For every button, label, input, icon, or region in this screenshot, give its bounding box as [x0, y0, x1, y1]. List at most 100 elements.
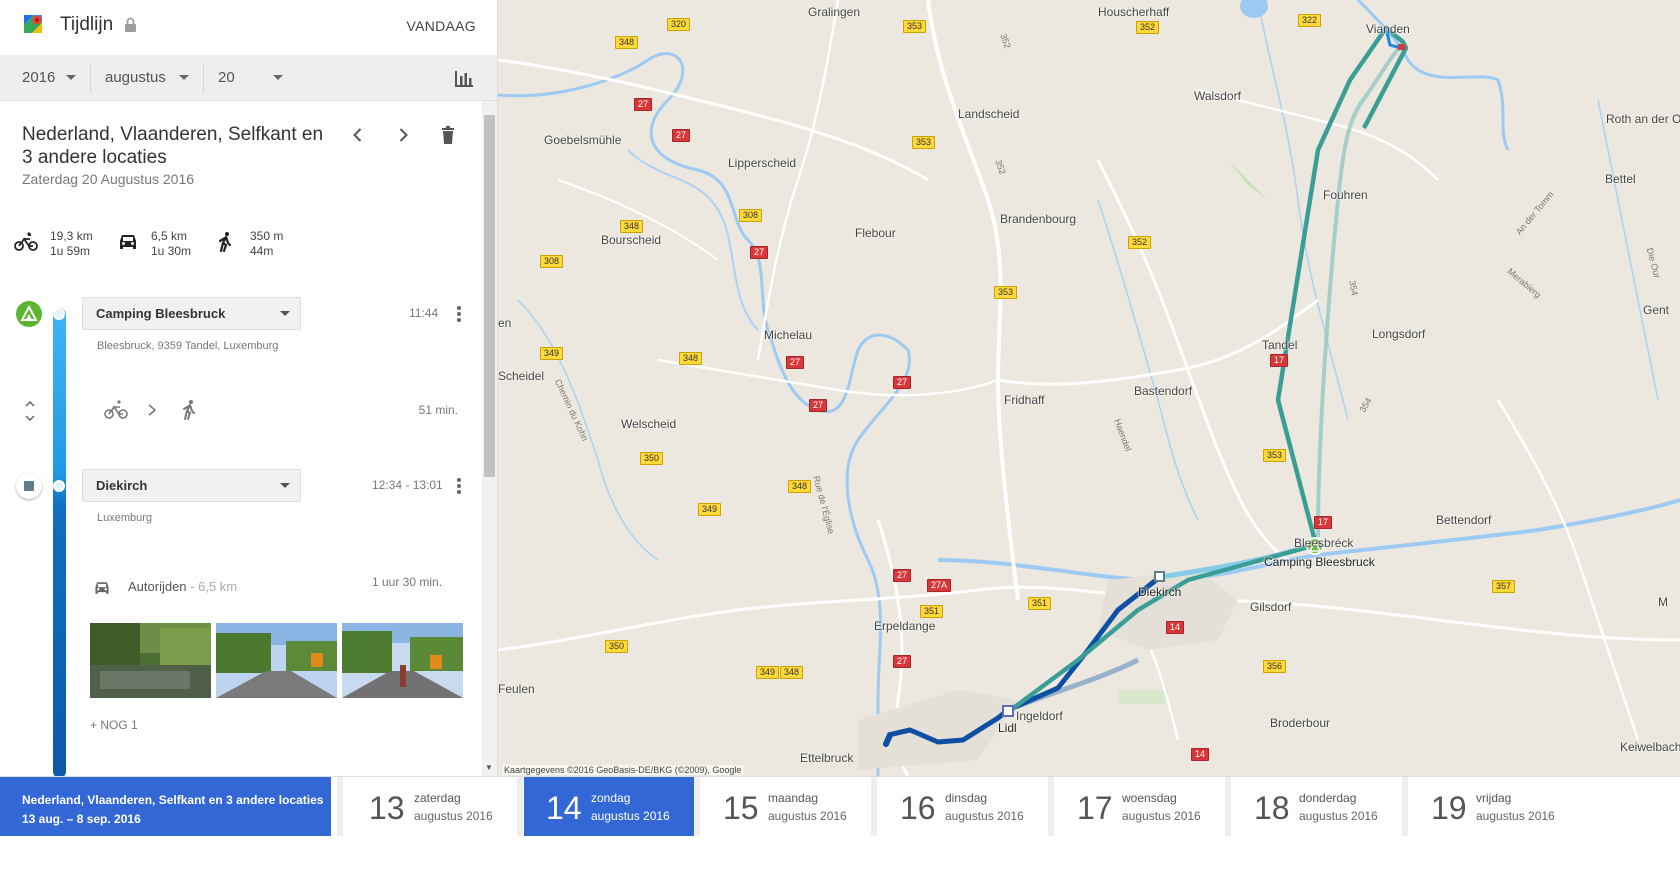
day-card[interactable]: 18 donderdag augustus 2016	[1232, 777, 1402, 836]
day-name: vrijdag	[1476, 791, 1512, 805]
day-number: 13	[369, 790, 405, 826]
map-label: Bettendorf	[1436, 513, 1492, 527]
road-shield: 356	[1263, 660, 1287, 673]
map-label: Goebelsmühle	[544, 133, 622, 147]
day-select[interactable]: 20	[218, 55, 288, 101]
photo-thumbnail[interactable]	[216, 623, 337, 698]
date-range-card[interactable]: Nederland, Vlaanderen, Selfkant en 3 and…	[0, 777, 331, 836]
bike-distance: 19,3 km	[50, 229, 93, 243]
place-name: Camping Bleesbruck	[96, 306, 226, 321]
map-label: en	[498, 316, 512, 330]
day-card[interactable]: 15 maandag augustus 2016	[701, 777, 871, 836]
activity-distance: 6,5 km	[198, 579, 238, 594]
timeline-dot	[53, 480, 65, 492]
road-shield: 352	[1136, 21, 1160, 34]
map-canvas[interactable]	[498, 0, 1680, 776]
previous-day-icon[interactable]	[348, 125, 368, 145]
road-shield: 349	[756, 666, 780, 679]
car-duration: 1u 30m	[151, 244, 192, 258]
move-duration: 51 min.	[418, 403, 458, 417]
road-shield: 308	[739, 209, 763, 222]
chevron-down-icon	[280, 311, 290, 316]
day-carousel: Nederland, Vlaanderen, Selfkant en 3 and…	[0, 776, 1680, 895]
day-card[interactable]: 19 vrijdag augustus 2016	[1409, 777, 1579, 836]
map-label: Erpeldange	[874, 619, 936, 633]
bike-duration: 1u 59m	[50, 244, 91, 258]
map-view[interactable]: Gralingen Houscherhaff Vianden Walsdorf …	[498, 0, 1680, 776]
map-label: Gilsdorf	[1250, 600, 1292, 614]
day-name: zondag	[591, 791, 631, 805]
place-address: Bleesbruck, 9359 Tandel, Luxemburg	[97, 340, 279, 352]
road-shield: 349	[698, 503, 722, 516]
road-shield: 350	[605, 640, 629, 653]
day-month: augustus 2016	[1299, 809, 1378, 823]
bar-chart-icon[interactable]	[454, 68, 474, 88]
divider	[694, 777, 700, 836]
day-name: donderdag	[1299, 791, 1357, 805]
photo-thumbnail[interactable]	[342, 623, 463, 698]
map-label: Feulen	[498, 682, 535, 696]
chevron-down-icon	[66, 75, 76, 80]
car-icon	[120, 235, 136, 249]
activity-label[interactable]: Autorijden - 6,5 km	[128, 579, 237, 594]
day-month: augustus 2016	[945, 809, 1024, 823]
road-shield: 348	[615, 36, 639, 49]
more-vert-icon[interactable]	[456, 477, 462, 494]
car-icon	[95, 582, 109, 594]
map-label: Ettelbruck	[800, 751, 854, 765]
divider	[203, 63, 204, 93]
next-day-icon[interactable]	[393, 125, 413, 145]
road-shield: 351	[1028, 597, 1052, 610]
divider	[90, 63, 91, 93]
more-vert-icon[interactable]	[456, 305, 462, 322]
scrollbar-thumb[interactable]	[484, 115, 495, 477]
delete-icon[interactable]	[438, 125, 458, 145]
more-photos-link[interactable]: + NOG 1	[90, 718, 138, 732]
road-shield: 348	[679, 352, 703, 365]
day-month: augustus 2016	[414, 809, 493, 823]
chevron-down-icon	[273, 75, 283, 80]
day-card[interactable]: 13 zaterdag augustus 2016	[347, 777, 517, 836]
map-attribution: Kaartgegevens ©2016 GeoBasis-DE/BKG (©20…	[502, 765, 744, 775]
road-shield: 14	[1191, 748, 1210, 761]
year-select[interactable]: 2016	[22, 55, 90, 101]
timeline-scroll-area[interactable]: ▼ Nederland, Vlaanderen, Selfkant en 3 a…	[0, 101, 497, 836]
day-number: 19	[1431, 790, 1467, 826]
map-label: Houscherhaff	[1098, 5, 1170, 19]
road-shield: 17	[1270, 354, 1289, 367]
map-label: Michelau	[764, 328, 813, 342]
day-card[interactable]: 16 dinsdag augustus 2016	[878, 777, 1048, 836]
bicycle-icon	[104, 400, 128, 419]
map-label: Gralingen	[808, 5, 861, 19]
map-label: Welscheid	[621, 417, 677, 431]
map-label: Keiwelbach	[1620, 740, 1680, 754]
day-card[interactable]: 17 woensdag augustus 2016	[1055, 777, 1225, 836]
lock-icon	[125, 17, 136, 32]
date-selector-bar: 2016 augustus 20	[0, 55, 497, 101]
today-button[interactable]: VANDAAG	[406, 18, 476, 34]
divider	[517, 777, 523, 836]
road-shield: 348	[788, 480, 812, 493]
road-shield: 348	[620, 220, 644, 233]
expand-collapse-icon[interactable]	[24, 398, 36, 424]
page-title: Tijdlijn	[60, 14, 114, 35]
road-shield: 351	[920, 605, 944, 618]
month-select[interactable]: augustus	[105, 55, 200, 101]
map-label: Fouhren	[1323, 188, 1368, 202]
day-card-selected[interactable]: 14 zondag augustus 2016	[524, 777, 694, 836]
scroll-down-icon[interactable]: ▼	[485, 763, 493, 772]
place-name: Diekirch	[96, 478, 148, 493]
car-summary: 6,5 km 1u 30m	[151, 229, 191, 259]
photo-thumbnail[interactable]	[90, 623, 211, 698]
road-shield: 349	[540, 347, 564, 360]
place-camping-bleesbruck[interactable]: Camping Bleesbruck	[82, 297, 301, 330]
map-label: Brandenbourg	[1000, 212, 1077, 226]
place-diekirch[interactable]: Diekirch	[82, 469, 301, 502]
day-name: woensdag	[1122, 791, 1177, 805]
map-label: Scheidel	[498, 369, 545, 383]
timeline-panel: Tijdlijn VANDAAG 2016 augustus 20 ▼ Nede…	[0, 0, 498, 836]
road-shield: 357	[1492, 580, 1516, 593]
road-shield: 27	[634, 98, 653, 111]
map-label: Fridhaff	[1004, 393, 1045, 407]
day-number: 14	[546, 790, 582, 826]
